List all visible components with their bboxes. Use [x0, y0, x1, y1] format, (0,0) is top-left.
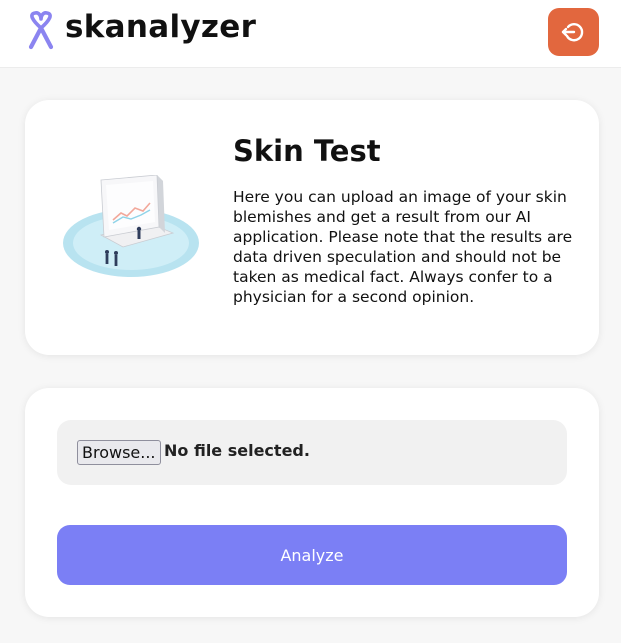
- description-text: Here you can upload an image of your ski…: [233, 188, 573, 306]
- upload-card: Browse... No file selected. Analyze: [25, 388, 599, 617]
- file-input[interactable]: Browse... No file selected.: [57, 420, 567, 485]
- analyze-button[interactable]: Analyze: [57, 525, 567, 585]
- logout-icon: [561, 23, 583, 42]
- logout-button[interactable]: [548, 8, 599, 56]
- ribbon-logo-icon: [28, 11, 54, 50]
- file-status-text: No file selected.: [164, 441, 310, 460]
- app-header: skanalyzer: [0, 0, 621, 68]
- computer-chart-illustration: [63, 175, 199, 277]
- info-card: Skin Test Here you can upload an image o…: [25, 100, 599, 355]
- page-title: Skin Test: [233, 134, 381, 168]
- brand-name: skanalyzer: [65, 9, 257, 45]
- browse-button[interactable]: Browse...: [77, 440, 161, 465]
